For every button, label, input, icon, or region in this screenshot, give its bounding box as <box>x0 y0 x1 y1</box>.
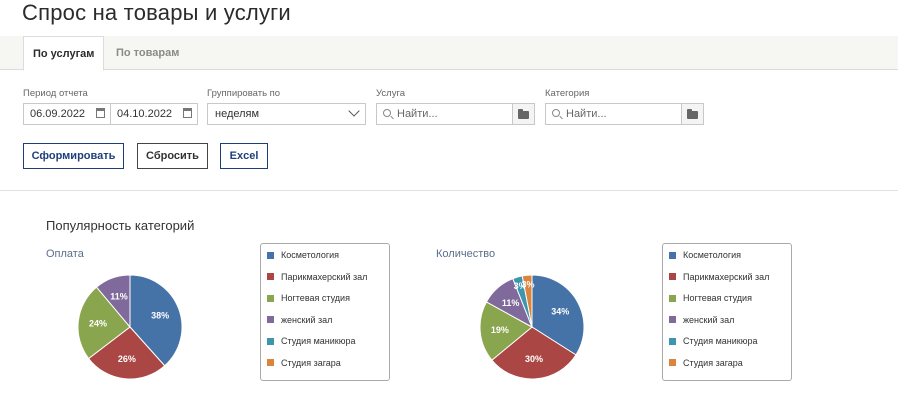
excel-button[interactable]: Excel <box>220 143 268 169</box>
legend-item[interactable]: Студия маникюра <box>267 336 355 346</box>
legend-swatch <box>267 359 274 366</box>
group-label: Группировать по <box>207 88 281 99</box>
generate-button[interactable]: Сформировать <box>23 143 124 169</box>
date-from-field[interactable]: 06.09.2022 <box>23 103 111 125</box>
legend-label: женский зал <box>683 314 735 325</box>
legend-label: Косметология <box>683 250 742 260</box>
section-title: Популярность категорий <box>46 218 195 233</box>
service-search-input[interactable]: Найти... <box>376 103 513 125</box>
legend-swatch <box>267 294 274 302</box>
group-by-select[interactable]: неделям <box>207 103 366 125</box>
legend-item[interactable]: Косметология <box>669 250 741 260</box>
legend-swatch <box>669 294 676 302</box>
legend-swatch <box>669 337 676 345</box>
folder-icon <box>518 109 529 119</box>
legend-item[interactable]: Парикмахерский зал <box>669 272 769 282</box>
divider <box>0 190 898 191</box>
legend-item[interactable]: женский зал <box>267 315 332 325</box>
chart-title-quantity: Количество <box>436 248 496 260</box>
category-label: Категория <box>545 88 590 99</box>
pie-data-label: 11% <box>110 292 128 302</box>
category-search-input[interactable]: Найти... <box>545 103 682 125</box>
legend-label: Парикмахерский зал <box>281 271 368 282</box>
calendar-icon[interactable] <box>96 108 105 118</box>
group-by-value: неделям <box>215 108 260 120</box>
date-from-value: 06.09.2022 <box>30 108 86 120</box>
folder-icon <box>687 109 698 119</box>
pie-data-label: 34% <box>551 306 569 316</box>
legend-swatch <box>267 273 274 280</box>
legend-label: Косметология <box>281 250 340 260</box>
legend-payment: Косметология Парикмахерский зал Ногтевая с… <box>260 243 390 381</box>
pie-data-label: 38% <box>151 310 169 320</box>
pie-data-label: 19% <box>491 325 509 335</box>
legend-swatch <box>669 359 676 366</box>
legend-label: Студия загара <box>683 357 743 368</box>
legend-swatch <box>267 251 274 259</box>
legend-item[interactable]: Ногтевая студия <box>669 293 752 303</box>
chevron-down-icon <box>348 105 360 117</box>
legend-label: Ногтевая студия <box>281 293 350 303</box>
tab-products[interactable]: По товарам <box>107 36 188 70</box>
page-title: Спрос на товары и услуги <box>22 0 291 25</box>
legend-item[interactable]: Студия загара <box>669 358 743 368</box>
pie-data-label: 30% <box>525 354 543 364</box>
date-to-value: 04.10.2022 <box>117 108 173 120</box>
legend-item[interactable]: Студия загара <box>267 358 341 368</box>
date-to-field[interactable]: 04.10.2022 <box>110 103 198 125</box>
legend-label: Парикмахерский зал <box>683 271 770 282</box>
pie-data-label: 24% <box>89 318 107 328</box>
pie-chart-payment: 38% 26% 24% 11% <box>77 274 183 380</box>
legend-swatch <box>669 273 676 280</box>
chart-title-payment: Оплата <box>46 248 84 260</box>
legend-label: женский зал <box>281 314 333 325</box>
service-placeholder: Найти... <box>397 108 438 120</box>
legend-swatch <box>267 316 274 323</box>
period-label: Период отчета <box>23 88 88 99</box>
category-placeholder: Найти... <box>566 108 607 120</box>
legend-label: Студия загара <box>281 357 341 368</box>
calendar-icon[interactable] <box>183 108 192 118</box>
legend-item[interactable]: Студия маникюра <box>669 336 757 346</box>
legend-label: Студия маникюра <box>281 336 356 346</box>
reset-button[interactable]: Сбросить <box>137 143 208 169</box>
legend-item[interactable]: женский зал <box>669 315 734 325</box>
tab-services[interactable]: По услугам <box>23 36 105 71</box>
legend-swatch <box>669 316 676 323</box>
service-label: Услуга <box>376 88 405 99</box>
pie-data-label: 11% <box>502 298 520 308</box>
legend-swatch <box>669 251 676 259</box>
legend-label: Студия маникюра <box>683 336 758 346</box>
search-icon <box>552 109 560 117</box>
service-browse-button[interactable] <box>513 103 535 125</box>
category-browse-button[interactable] <box>682 103 704 125</box>
pie-data-label: 26% <box>118 354 136 364</box>
legend-quantity: Косметология Парикмахерский зал Ногтевая с… <box>662 243 792 381</box>
pie-chart-quantity: 34%30%19%11%3%3% <box>479 274 585 380</box>
pie-data-label: 3% <box>521 280 534 290</box>
legend-item[interactable]: Парикмахерский зал <box>267 272 367 282</box>
legend-item[interactable]: Косметология <box>267 250 339 260</box>
search-icon <box>383 109 391 117</box>
legend-swatch <box>267 337 274 345</box>
tabs-bar: По услугам По товарам <box>0 36 898 71</box>
legend-item[interactable]: Ногтевая студия <box>267 293 350 303</box>
legend-label: Ногтевая студия <box>683 293 752 303</box>
